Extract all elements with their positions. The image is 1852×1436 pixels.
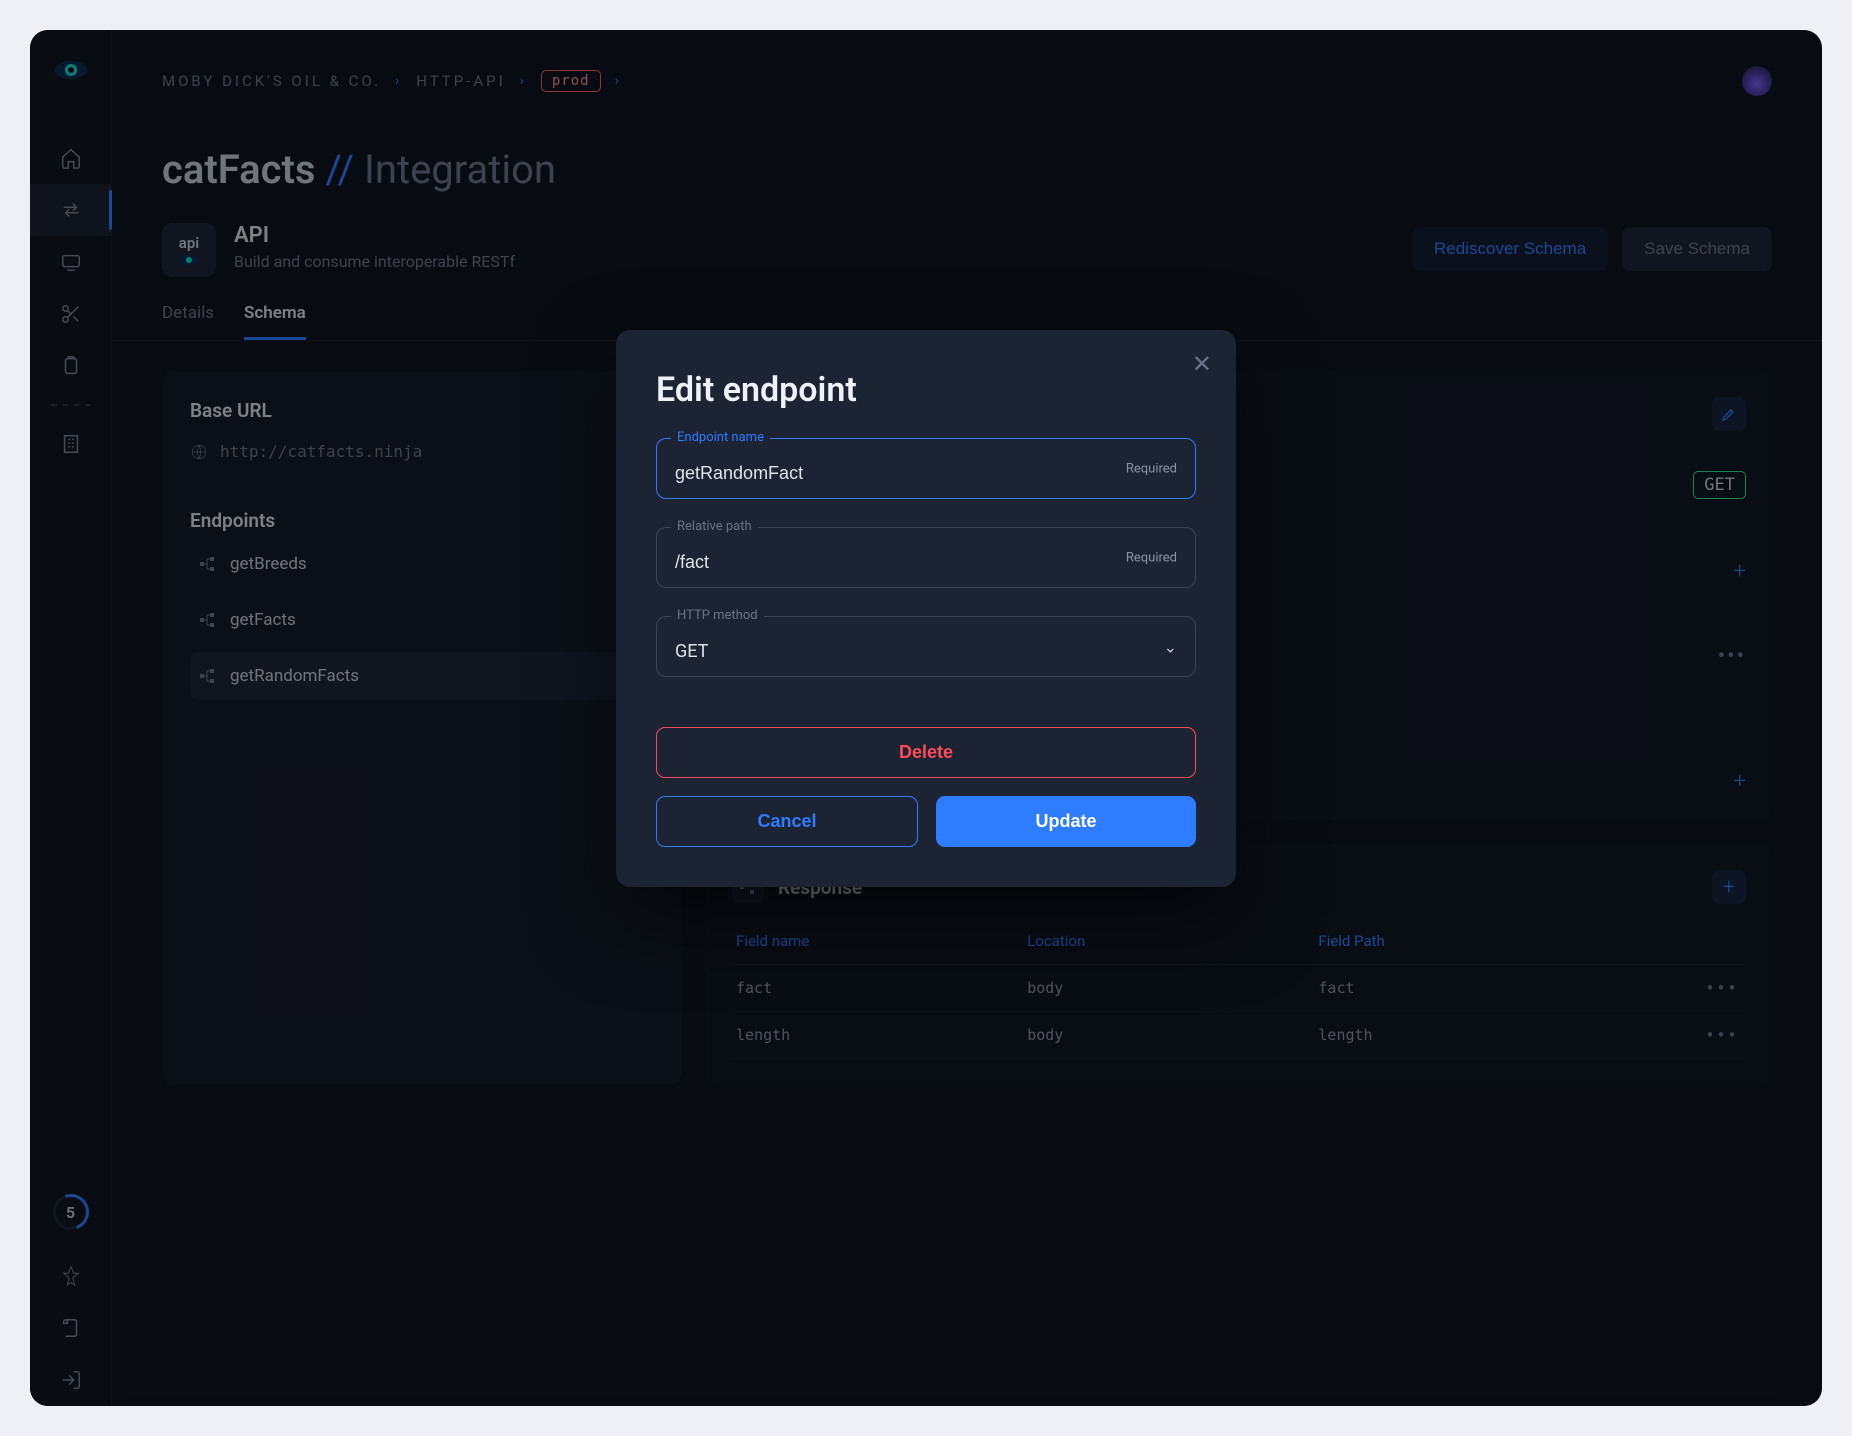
- field-label: HTTP method: [671, 608, 764, 623]
- field-label: Relative path: [671, 519, 758, 534]
- relative-path-input[interactable]: [675, 552, 1077, 573]
- modal-backdrop[interactable]: ✕ Edit endpoint Endpoint name Required R…: [30, 30, 1822, 1406]
- required-label: Required: [1126, 550, 1177, 565]
- update-button[interactable]: Update: [936, 796, 1196, 847]
- app-frame: 5 MOBY DICK'S OIL & CO. › HTTP-API › pro…: [30, 30, 1822, 1406]
- cancel-button[interactable]: Cancel: [656, 796, 918, 847]
- chevron-down-icon: ⌄: [1164, 637, 1177, 656]
- close-button[interactable]: ✕: [1192, 350, 1212, 379]
- field-label: Endpoint name: [671, 430, 770, 445]
- required-label: Required: [1126, 461, 1177, 476]
- http-method-field[interactable]: HTTP method GET ⌄: [656, 616, 1196, 677]
- edit-endpoint-modal: ✕ Edit endpoint Endpoint name Required R…: [616, 330, 1236, 887]
- close-icon: ✕: [1192, 351, 1212, 378]
- delete-button[interactable]: Delete: [656, 727, 1196, 778]
- http-method-value: GET: [675, 641, 1077, 662]
- endpoint-name-input[interactable]: [675, 463, 1077, 484]
- relative-path-field[interactable]: Relative path Required: [656, 527, 1196, 588]
- modal-title: Edit endpoint: [656, 370, 1196, 410]
- endpoint-name-field[interactable]: Endpoint name Required: [656, 438, 1196, 499]
